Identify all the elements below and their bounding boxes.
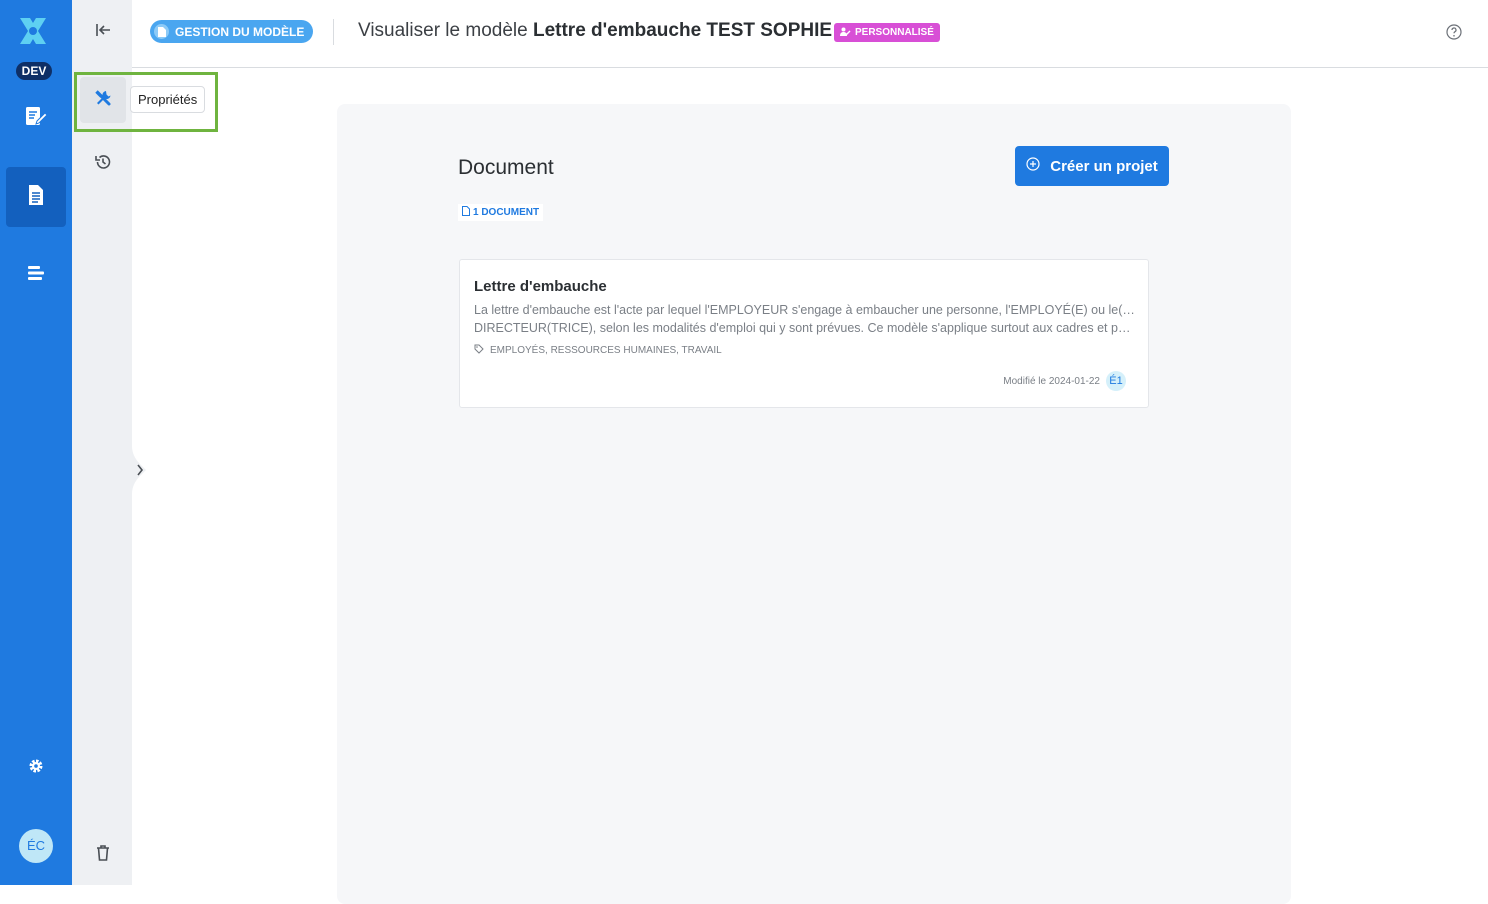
- question-circle-icon[interactable]: [1446, 24, 1462, 40]
- user-avatar[interactable]: ÉC: [19, 829, 53, 863]
- app-rail: DEV ÉC: [0, 0, 72, 885]
- document-icon: [27, 184, 45, 211]
- section-badge-label: GESTION DU MODÈLE: [175, 24, 305, 39]
- tools-icon: [94, 89, 112, 112]
- custom-badge-label: PERSONNALISÉ: [855, 27, 934, 38]
- nav-documents[interactable]: [6, 167, 66, 227]
- user-edit-icon: [840, 27, 851, 39]
- header-divider: [333, 19, 334, 45]
- template-name: Lettre d'embauche TEST SOPHIE: [532, 20, 833, 41]
- history-icon: [94, 153, 112, 176]
- trash-icon: [95, 844, 111, 867]
- nav-settings[interactable]: [6, 738, 66, 798]
- section-heading: Document: [458, 156, 554, 179]
- list-icon: [27, 265, 45, 286]
- custom-badge: PERSONNALISÉ: [834, 23, 940, 42]
- properties-button[interactable]: [80, 77, 126, 123]
- create-project-button[interactable]: Créer un projet: [1015, 146, 1169, 186]
- gear-icon: [28, 758, 44, 779]
- file-outline-icon: [462, 206, 470, 219]
- modified-date: Modifié le 2024-01-22: [1003, 376, 1100, 387]
- description-line: DIRECTEUR(TRICE), selon les modalités d'…: [474, 321, 1136, 335]
- document-description: La lettre d'embauche est l'acte par lequ…: [474, 301, 1136, 337]
- title-prefix: Visualiser le modèle: [358, 20, 528, 41]
- author-avatar: É1: [1106, 371, 1126, 391]
- delete-button[interactable]: [80, 832, 126, 878]
- arrow-left-to-line-icon: [95, 23, 111, 42]
- page-header: GESTION DU MODÈLE Visualiser le modèle L…: [132, 0, 1488, 68]
- nav-editor[interactable]: [6, 88, 66, 148]
- document-count-label: 1 DOCUMENT: [473, 207, 540, 218]
- toolbar-top: [72, 0, 132, 68]
- env-badge: DEV: [16, 62, 52, 80]
- main-panel: Document Créer un projet 1 DOCUMENT Lett…: [337, 104, 1291, 904]
- description-line: La lettre d'embauche est l'acte par lequ…: [474, 303, 1136, 317]
- tag-icon: [474, 344, 484, 357]
- document-count-badge[interactable]: 1 DOCUMENT: [458, 204, 544, 221]
- plus-circle-icon: [1026, 157, 1040, 175]
- edit-document-icon: [24, 105, 48, 132]
- history-button[interactable]: [80, 141, 126, 187]
- tags-label: EMPLOYÉS, RESSOURCES HUMAINES, TRAVAIL: [490, 345, 722, 356]
- nav-list[interactable]: [6, 245, 66, 305]
- section-badge: GESTION DU MODÈLE: [150, 20, 314, 43]
- properties-tooltip: Propriétés: [130, 86, 206, 113]
- page-title: Visualiser le modèle Lettre d'embauche T…: [358, 20, 832, 42]
- document-card[interactable]: Lettre d'embauche La lettre d'embauche e…: [459, 259, 1149, 408]
- app-logo-icon[interactable]: [16, 14, 50, 48]
- create-project-label: Créer un projet: [1050, 157, 1158, 175]
- file-icon: [154, 24, 169, 39]
- tool-sidebar: [72, 68, 132, 885]
- collapse-sidebar-button[interactable]: [80, 9, 126, 55]
- document-tags: EMPLOYÉS, RESSOURCES HUMAINES, TRAVAIL: [474, 344, 722, 357]
- expand-panel-tab[interactable]: [132, 446, 148, 494]
- document-title: Lettre d'embauche: [474, 278, 607, 295]
